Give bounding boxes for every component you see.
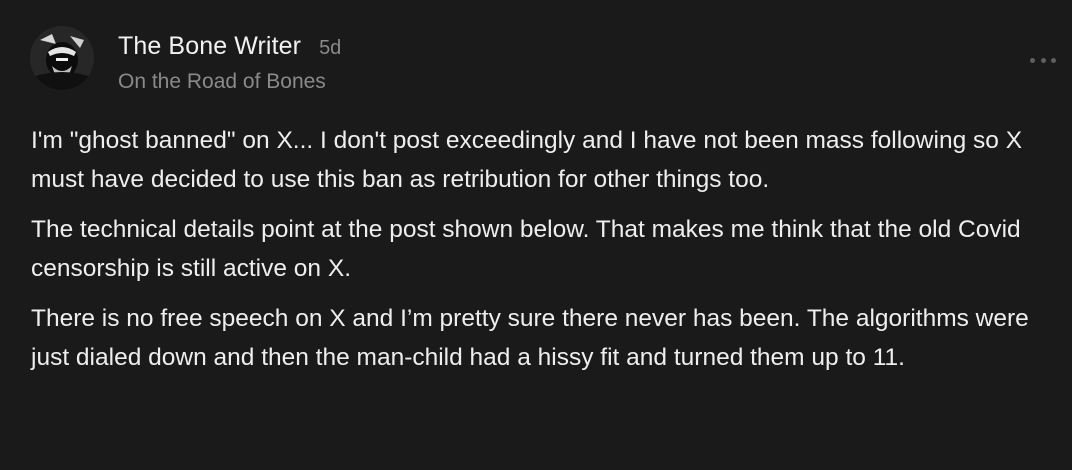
avatar[interactable] <box>30 26 94 90</box>
more-dot <box>1051 57 1056 63</box>
author-line: The Bone Writer 5d <box>118 32 341 61</box>
comment-paragraph: There is no free speech on X and I’m pre… <box>31 305 1029 371</box>
author-name[interactable]: The Bone Writer <box>118 32 301 61</box>
publication-name[interactable]: On the Road of Bones <box>118 70 326 94</box>
post-timestamp[interactable]: 5d <box>319 37 341 60</box>
more-horizontal-icon <box>1030 57 1035 63</box>
comment-paragraph: I'm "ghost banned" on X... I don't post … <box>31 127 1023 193</box>
comment-body: I'm "ghost banned" on X... I don't post … <box>31 122 1061 389</box>
profile-photo-icon <box>30 26 94 90</box>
more-dot <box>1040 57 1046 63</box>
comment-card: The Bone Writer 5d On the Road of Bones … <box>0 0 1072 470</box>
more-options-button[interactable] <box>1030 52 1056 68</box>
comment-paragraph: The technical details point at the post … <box>31 216 1021 282</box>
